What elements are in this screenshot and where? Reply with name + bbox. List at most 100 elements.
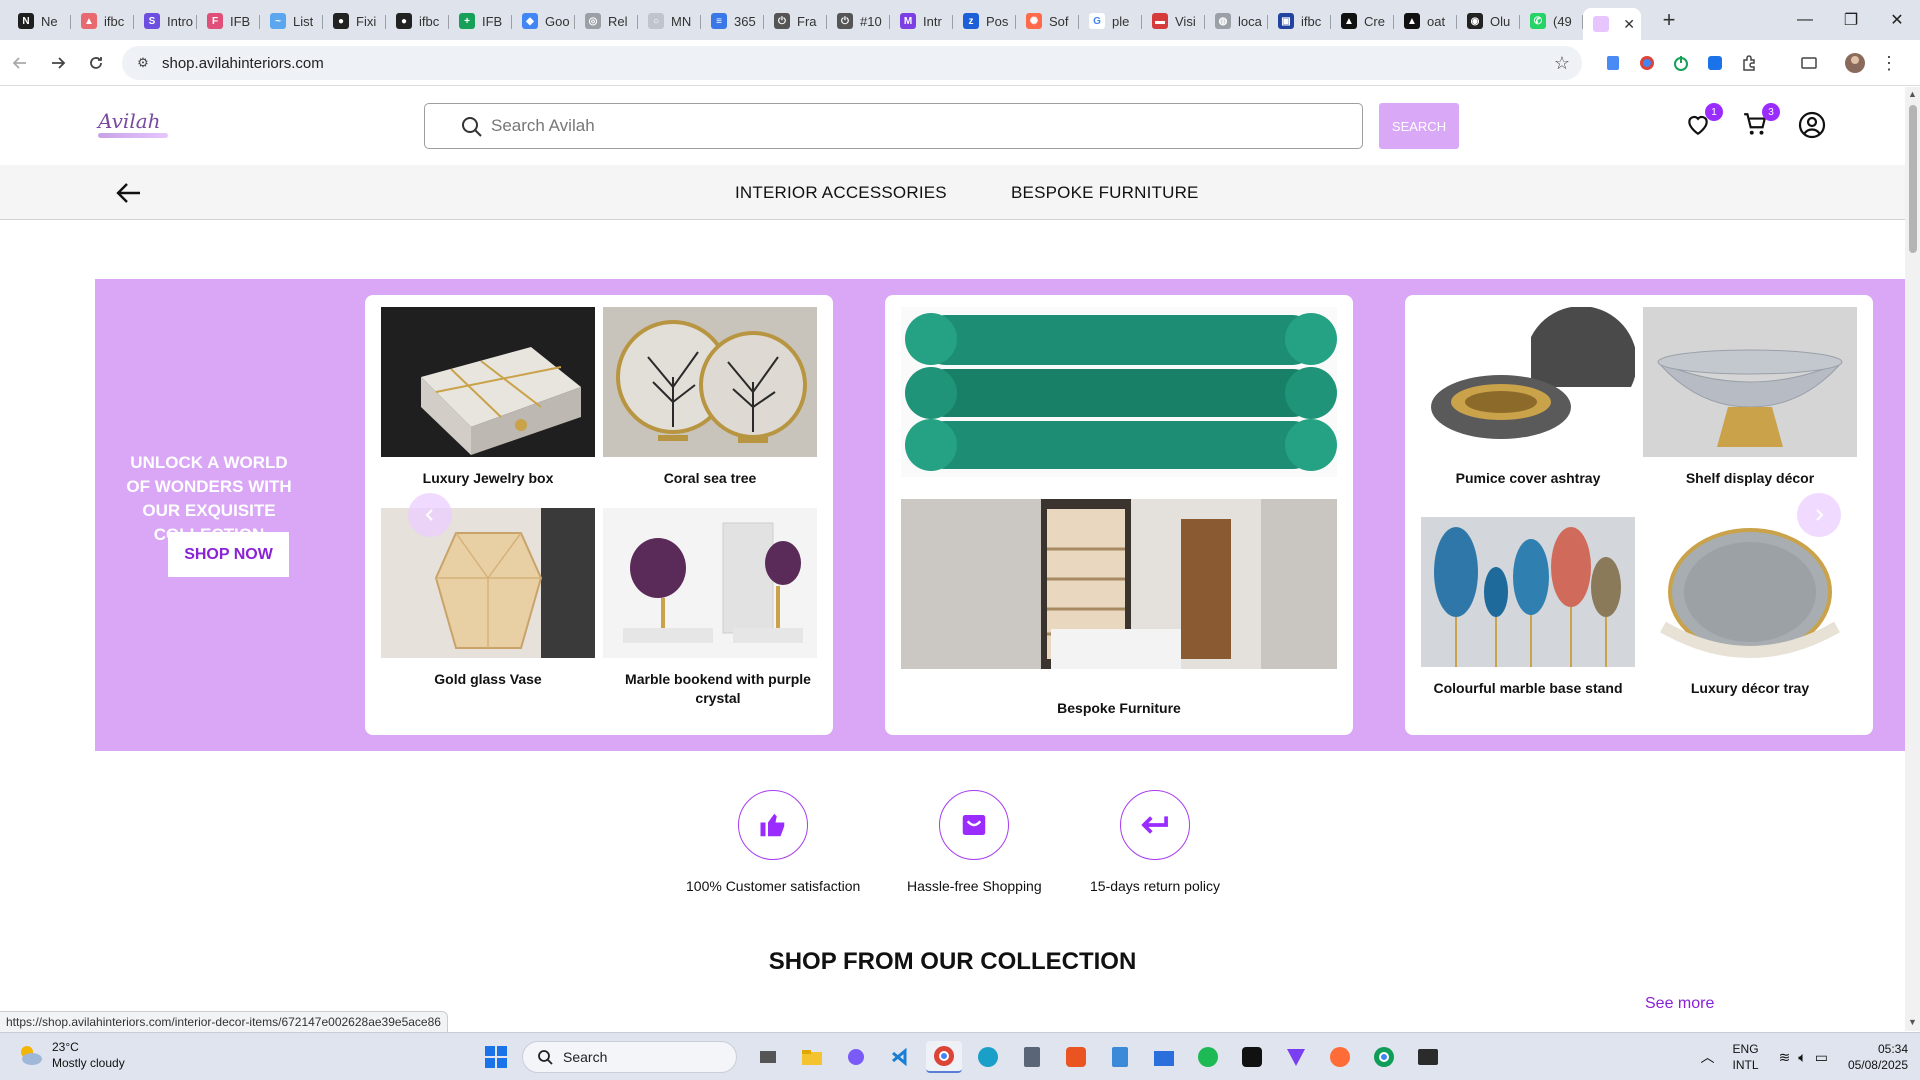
product-coral-sea-tree[interactable]: Coral sea tree [603,307,817,488]
browser-tab[interactable]: ▣ ifbc [1268,6,1331,36]
nav-interior-accessories[interactable]: Interior Accessories [735,183,947,203]
product-pumice-cover-ashtray[interactable]: Pumice cover ashtray [1421,307,1635,488]
page-scrollbar[interactable]: ▲ ▼ [1905,87,1920,1031]
product-shelf-display-decor[interactable]: Shelf display décor [1643,307,1857,488]
file-explorer-icon[interactable] [794,1041,830,1073]
extension-color-icon[interactable] [1632,48,1662,78]
windows-logo-icon [485,1046,507,1068]
wifi-icon[interactable]: ≋ [1779,1049,1791,1066]
browser-tab[interactable]: ◉ Olu [1457,6,1520,36]
tab-title: List [293,13,314,29]
browser-tab[interactable]: ◆ Goo [512,6,575,36]
scrollbar-thumb[interactable] [1909,105,1917,253]
browser-tab[interactable]: M Intr [890,6,953,36]
category-nav: Interior Accessories Bespoke Furniture [0,165,1905,220]
browser-tab[interactable]: + IFB [449,6,512,36]
scroll-up-icon[interactable]: ▲ [1908,89,1917,99]
product-luxury-decor-tray[interactable]: Luxury décor tray [1643,517,1857,698]
restore-icon[interactable]: ❐ [1828,0,1874,40]
carousel-prev-button[interactable] [408,493,452,537]
browser-tab[interactable]: ⏻ Fra [764,6,827,36]
new-tab-button[interactable]: + [1651,7,1687,33]
search-button[interactable]: Search [1379,103,1459,149]
browser-tab[interactable]: z Pos [953,6,1016,36]
extension-power-icon[interactable] [1666,48,1696,78]
vectorize-icon[interactable] [1278,1041,1314,1073]
product-colourful-marble-stand[interactable]: Colourful marble base stand [1421,517,1635,698]
scroll-down-icon[interactable]: ▼ [1908,1017,1917,1027]
tab-active[interactable]: ✕ [1583,8,1641,40]
close-window-icon[interactable]: ✕ [1874,0,1920,40]
browser-tab[interactable]: ✆ (49 [1520,6,1583,36]
browser-tab[interactable]: S Intro [134,6,197,36]
forward-button[interactable] [40,45,76,81]
carousel-next-button[interactable] [1797,493,1841,537]
browser-tab[interactable]: ◎ Rel [575,6,638,36]
back-button[interactable] [2,45,38,81]
browser-tab[interactable]: ✺ Sof [1016,6,1079,36]
reload-button[interactable] [78,45,114,81]
chrome-profile-icon[interactable] [1366,1041,1402,1073]
see-more-link[interactable]: See more [1645,995,1714,1013]
browser-menu-icon[interactable]: ⋮ [1874,48,1904,78]
task-view-icon[interactable] [750,1041,786,1073]
browser-tab[interactable]: Gple [1079,6,1142,36]
copilot-icon[interactable] [838,1041,874,1073]
url-bar[interactable]: ⚙ shop.avilahinteriors.com ☆ [122,46,1582,80]
language-indicator[interactable]: ENG INTL [1733,1041,1759,1073]
product-gold-glass-vase[interactable]: Gold glass Vase [381,508,595,689]
wishlist-button[interactable]: 1 [1685,103,1723,141]
volume-icon[interactable]: 🔈︎ [1798,1049,1806,1066]
browser-tab[interactable]: ⏻ #10 [827,6,890,36]
close-tab-icon[interactable]: ✕ [1623,16,1635,33]
browser-tab[interactable]: ~ List [260,6,323,36]
browser-tab[interactable]: ○ MN [638,6,701,36]
extension-font-icon[interactable] [1700,48,1730,78]
browser-tab[interactable]: ▬ Visi [1142,6,1205,36]
site-info-icon[interactable]: ⚙ [134,54,152,72]
browser-tab[interactable]: ● ifbc [386,6,449,36]
vscode-icon[interactable] [882,1041,918,1073]
browser-tab[interactable]: ● Fixi [323,6,386,36]
product-bespoke-furniture[interactable]: Bespoke Furniture [901,307,1337,718]
calculator-icon[interactable] [1014,1041,1050,1073]
weather-widget[interactable]: 23°C Mostly cloudy [16,1039,125,1071]
avilah-logo[interactable]: Avilah [98,109,168,143]
profile-avatar[interactable] [1840,48,1870,78]
bookmark-star-icon[interactable]: ☆ [1554,53,1570,74]
terminal-icon[interactable] [1410,1041,1446,1073]
cast-icon[interactable] [1794,48,1824,78]
browser-tab[interactable]: ◍ loca [1205,6,1268,36]
search-input[interactable] [491,116,1291,136]
store-icon[interactable] [1146,1041,1182,1073]
shop-now-button[interactable]: Shop now [168,532,289,577]
edge-icon[interactable] [970,1041,1006,1073]
start-button[interactable] [484,1045,508,1074]
browser-tab[interactable]: ▲ oat [1394,6,1457,36]
browser-tab[interactable]: F IFB [197,6,260,36]
extensions-puzzle-icon[interactable] [1734,48,1764,78]
nav-bespoke-furniture[interactable]: Bespoke Furniture [1011,183,1199,203]
taskbar-search[interactable]: Search [522,1041,737,1073]
product-marble-bookend[interactable]: Marble bookend with purple crystal [603,508,833,708]
browser-tab[interactable]: ▲ Cre [1331,6,1394,36]
extension-docs-icon[interactable] [1598,48,1628,78]
browser-tab[interactable]: ▲ ifbc [71,6,134,36]
account-button[interactable] [1798,111,1828,141]
battery-icon[interactable]: ▭ [1815,1049,1828,1066]
cart-button[interactable]: 3 [1742,103,1780,141]
back-arrow-icon[interactable] [116,181,142,205]
clock[interactable]: 05:34 05/08/2025 [1848,1041,1908,1073]
show-hidden-icons-icon[interactable]: ︿ [1701,1047,1715,1067]
spotify-icon[interactable] [1190,1041,1226,1073]
browser-tab[interactable]: ≡ 365 [701,6,764,36]
ubuntu-icon[interactable] [1058,1041,1094,1073]
minimize-icon[interactable]: — [1782,0,1828,40]
browser-tab[interactable]: N Ne [8,6,71,36]
product-luxury-jewelry-box[interactable]: Luxury Jewelry box [381,307,595,488]
capcut-icon[interactable] [1234,1041,1270,1073]
wishlist-count-badge: 1 [1705,103,1723,121]
notepad-icon[interactable] [1102,1041,1138,1073]
postman-icon[interactable] [1322,1041,1358,1073]
chrome-icon[interactable] [926,1041,962,1073]
